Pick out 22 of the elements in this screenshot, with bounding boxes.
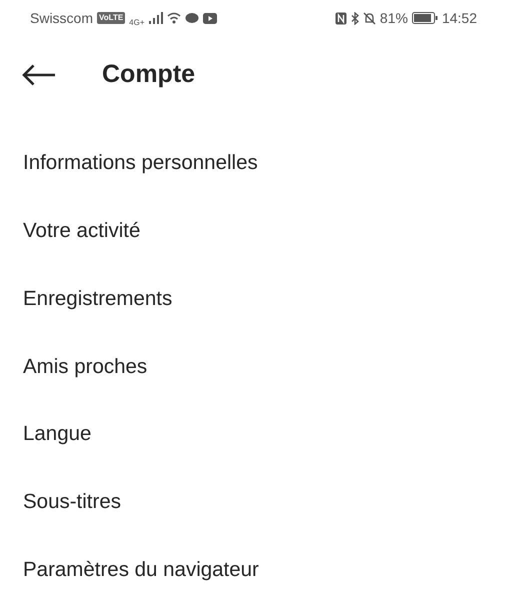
bluetooth-icon: [350, 12, 359, 24]
network-type: 4G+: [129, 17, 145, 29]
carrier-name: Swisscom: [30, 8, 94, 28]
settings-item[interactable]: Paramètres du navigateur: [0, 536, 507, 600]
battery-icon: [412, 12, 438, 24]
bell-off-icon: [362, 12, 376, 24]
nfc-icon: [334, 12, 347, 24]
signal-icon: [148, 12, 163, 24]
settings-item[interactable]: Amis proches: [0, 333, 507, 401]
wifi-icon: [166, 12, 181, 24]
settings-item[interactable]: Enregistrements: [0, 265, 507, 334]
page-title: Compte: [102, 59, 196, 90]
volte-badge: VoLTE: [97, 12, 126, 24]
settings-item[interactable]: Votre activité: [0, 198, 507, 266]
video-icon: [202, 12, 217, 24]
battery-percent: 81%: [380, 8, 408, 28]
settings-item[interactable]: Sous-titres: [0, 468, 507, 536]
back-button[interactable]: [22, 64, 56, 86]
settings-item[interactable]: Informations personnelles: [0, 130, 507, 198]
settings-item[interactable]: Langue: [0, 400, 507, 468]
clock-time: 14:52: [442, 8, 477, 28]
app-icon: [184, 12, 199, 24]
